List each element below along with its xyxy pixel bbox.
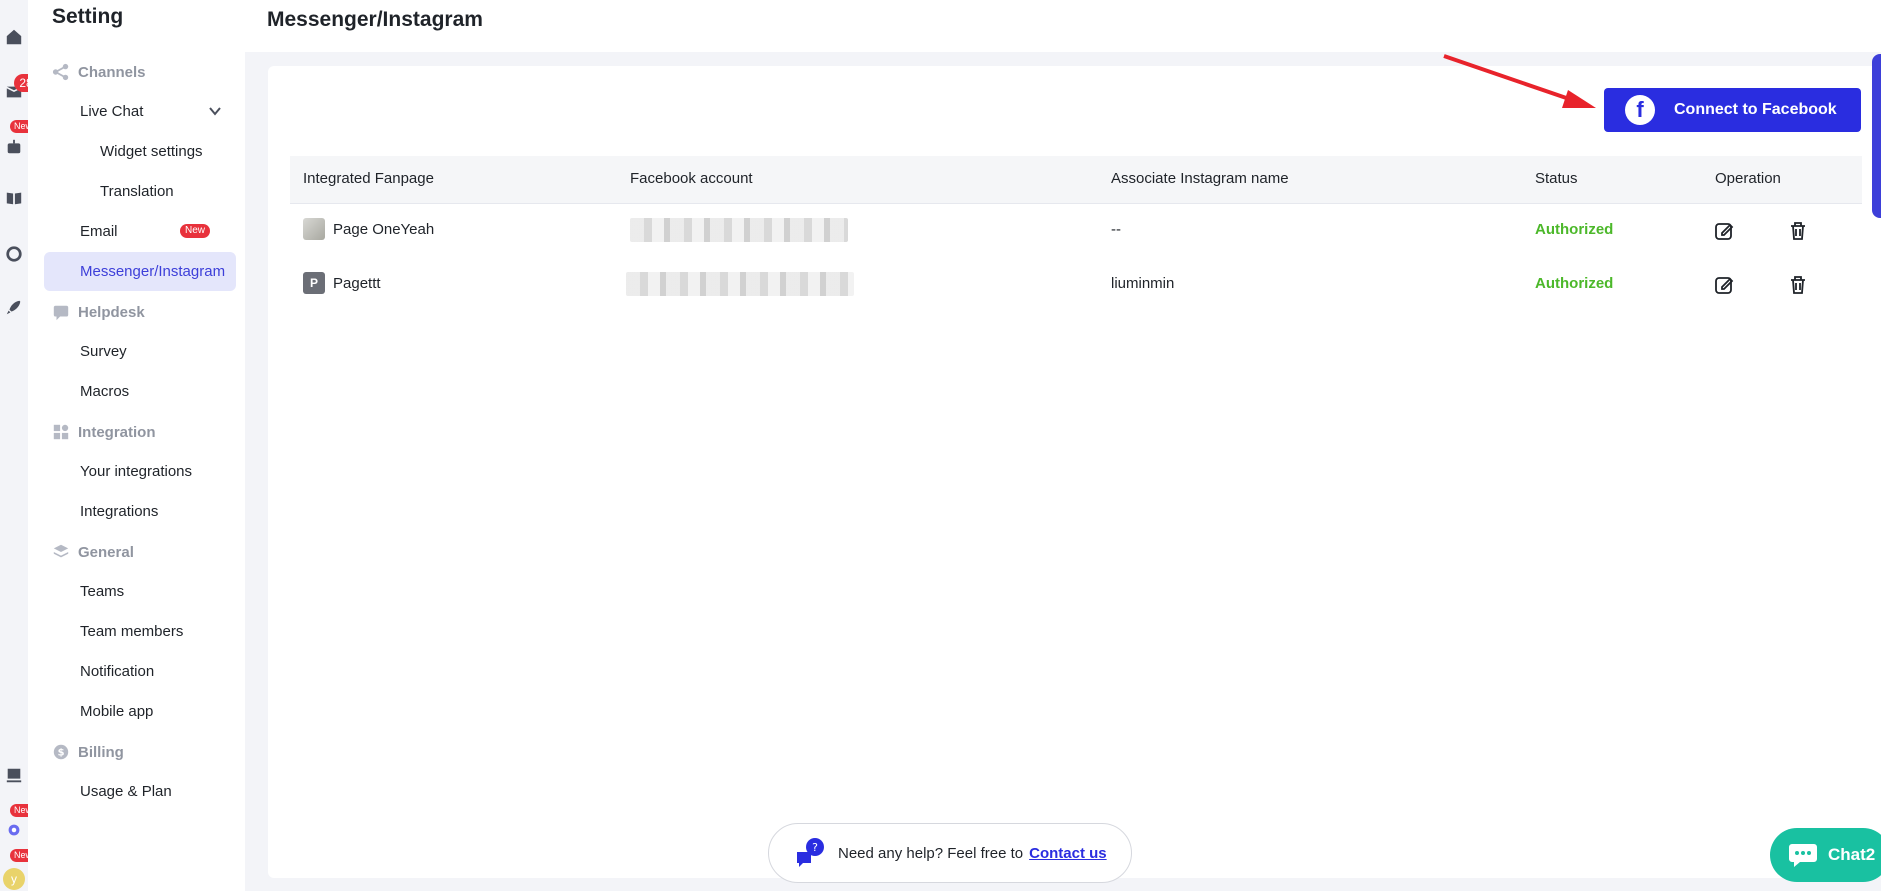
group-label: General	[78, 543, 134, 561]
side-panel-tab[interactable]	[1872, 54, 1881, 218]
fanpage-cell: P Pagettt	[303, 272, 381, 294]
delete-icon[interactable]	[1787, 274, 1809, 296]
instagram-name: liuminmin	[1111, 275, 1175, 292]
sidebar-item-macros[interactable]: Macros	[80, 382, 129, 402]
book-icon[interactable]	[4, 188, 24, 208]
column-header: Integrated Fanpage	[303, 170, 434, 187]
column-header: Facebook account	[630, 170, 753, 187]
sidebar-item-notification[interactable]: Notification	[80, 662, 154, 682]
status-badge: Authorized	[1535, 275, 1614, 292]
sidebar-item-team-members[interactable]: Team members	[80, 622, 183, 642]
column-header: Associate Instagram name	[1111, 170, 1289, 187]
facebook-account-redacted	[626, 272, 854, 296]
helpdesk-icon	[52, 303, 70, 321]
facebook-account-redacted	[630, 218, 848, 242]
sidebar-item-email[interactable]: Email	[80, 222, 118, 242]
chat-bubble-icon	[1788, 842, 1818, 868]
delete-icon[interactable]	[1787, 220, 1809, 242]
sidebar-item-usage-plan[interactable]: Usage & Plan	[80, 782, 172, 802]
settings-sidebar: Setting Channels Live Chat Widget settin…	[28, 0, 245, 891]
email-new-badge: New	[180, 224, 211, 238]
annotation-arrow	[1443, 54, 1596, 108]
connect-facebook-button[interactable]: f Connect to Facebook	[1604, 88, 1861, 132]
edit-icon[interactable]	[1713, 274, 1735, 296]
fanpage-cell: Page OneYeah	[303, 218, 434, 240]
group-billing: $ Billing	[52, 742, 124, 762]
sidebar-item-teams[interactable]: Teams	[80, 582, 124, 602]
page-avatar	[303, 218, 325, 240]
group-general: General	[52, 542, 134, 562]
group-label: Integration	[78, 423, 156, 441]
svg-text:$: $	[58, 748, 65, 759]
analytics-icon[interactable]	[4, 244, 24, 264]
connect-facebook-label: Connect to Facebook	[1674, 101, 1837, 118]
chat-widget-label: Chat2	[1828, 845, 1876, 864]
instagram-name: --	[1111, 221, 1121, 238]
icon-rail: 28 New New New y	[0, 0, 38, 891]
table-header: Integrated Fanpage Facebook account Asso…	[290, 156, 1862, 204]
sidebar-title: Setting	[52, 5, 124, 28]
sidebar-item-your-integrations[interactable]: Your integrations	[80, 462, 192, 482]
sidebar-item-integrations[interactable]: Integrations	[80, 502, 158, 522]
home-icon[interactable]	[4, 27, 24, 47]
share-icon	[52, 63, 70, 81]
help-bar: ? Need any help? Feel free to Contact us	[768, 823, 1132, 883]
column-header: Status	[1535, 170, 1578, 187]
page-title: Messenger/Instagram	[267, 8, 483, 31]
rocket-icon[interactable]	[4, 297, 24, 317]
table-row: Page OneYeah -- Authorized	[290, 204, 1862, 258]
sidebar-item-messenger[interactable]: Messenger/Instagram	[44, 252, 236, 291]
group-helpdesk: Helpdesk	[52, 302, 145, 322]
fanpage-table: Integrated Fanpage Facebook account Asso…	[290, 156, 1862, 312]
group-label: Channels	[78, 63, 146, 81]
help-text: Need any help? Feel free to	[838, 844, 1024, 862]
contact-us-link[interactable]: Contact us	[1029, 845, 1107, 862]
settings-icon[interactable]	[4, 820, 24, 840]
layers-icon	[52, 543, 70, 561]
sidebar-item-live-chat[interactable]: Live Chat	[80, 102, 143, 122]
avatar[interactable]: y	[3, 868, 25, 890]
sidebar-item-translation[interactable]: Translation	[100, 182, 174, 202]
chat-widget-button[interactable]: Chat2	[1770, 828, 1881, 882]
fanpage-name: Pagettt	[333, 274, 381, 292]
page-avatar: P	[303, 272, 325, 294]
sidebar-item-survey[interactable]: Survey	[80, 342, 127, 362]
dollar-icon: $	[52, 743, 70, 761]
svg-text:?: ?	[812, 841, 818, 854]
facebook-icon: f	[1625, 95, 1655, 125]
bot-icon[interactable]	[4, 137, 24, 157]
sidebar-item-widget-settings[interactable]: Widget settings	[100, 142, 203, 162]
chevron-down-icon[interactable]	[208, 104, 222, 118]
group-label: Helpdesk	[78, 303, 145, 321]
group-integration: Integration	[52, 422, 156, 442]
column-header: Operation	[1715, 170, 1781, 187]
task-icon[interactable]	[4, 765, 24, 785]
group-channels: Channels	[52, 62, 146, 82]
page-header: Messenger/Instagram	[245, 0, 1881, 52]
group-label: Billing	[78, 743, 124, 761]
edit-icon[interactable]	[1713, 220, 1735, 242]
help-chat-icon: ?	[794, 836, 828, 870]
sidebar-item-mobile-app[interactable]: Mobile app	[80, 702, 153, 722]
table-row: P Pagettt liuminmin Authorized	[290, 258, 1862, 312]
fanpage-name: Page OneYeah	[333, 220, 435, 238]
integration-icon	[52, 423, 70, 441]
status-badge: Authorized	[1535, 221, 1614, 238]
